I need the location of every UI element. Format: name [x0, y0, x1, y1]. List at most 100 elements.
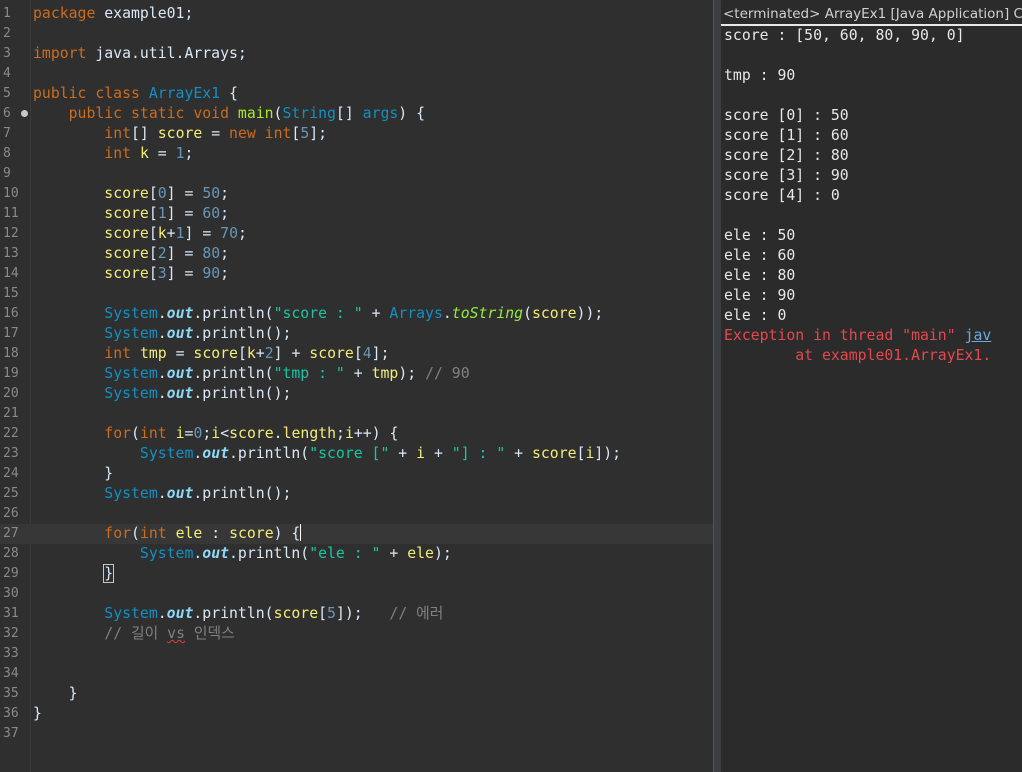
code-token: =	[202, 125, 230, 142]
code-line[interactable]: 13 score[2] = 80;	[0, 244, 713, 264]
console-line: ele : 0	[724, 306, 991, 326]
code-token: i	[175, 425, 185, 442]
code-token: System	[104, 325, 158, 342]
code-line[interactable]: 6 public static void main(String[] args)…	[0, 104, 713, 124]
line-number: 34	[3, 666, 19, 681]
code-area[interactable]: 1 package example01; 2 3 import java.util.Ar…	[0, 4, 713, 744]
code-line[interactable]: 28 System.out.println("ele : " + ele);	[0, 544, 713, 564]
line-number: 14	[3, 266, 19, 281]
code-text: }	[33, 564, 115, 584]
code-line[interactable]: 36}	[0, 704, 713, 724]
code-line[interactable]: 10 score[0] = 50;	[0, 184, 713, 204]
code-token: System	[104, 605, 158, 622]
code-token: .println();	[193, 385, 292, 402]
code-line[interactable]: 35 }	[0, 684, 713, 704]
code-line[interactable]: 32 // 길이 vs 인덱스	[0, 624, 713, 644]
code-line[interactable]: 21	[0, 404, 713, 424]
code-line[interactable]: 20 System.out.println();	[0, 384, 713, 404]
code-token: <	[220, 425, 230, 442]
code-token: (	[523, 305, 532, 322]
line-number: 22	[3, 426, 19, 441]
code-text: import java.util.Arrays;	[33, 44, 247, 64]
code-line[interactable]: 5 public class ArrayEx1 {	[0, 84, 713, 104]
console-text: score [3] : 90	[724, 167, 849, 184]
console-text: score [1] : 60	[724, 127, 849, 144]
code-line[interactable]: 33	[0, 644, 713, 664]
code-line[interactable]: 24 }	[0, 464, 713, 484]
line-number: 32	[3, 626, 19, 641]
code-token: +	[255, 345, 265, 362]
code-token: out	[202, 545, 230, 562]
code-token: .println();	[193, 485, 292, 502]
code-line[interactable]: 22 for(int i=0;i<score.length;i++) {	[0, 424, 713, 444]
code-token: System	[139, 445, 194, 462]
code-text: System.out.println(score[5]); // 에러	[33, 604, 443, 624]
code-line[interactable]: 34	[0, 664, 713, 684]
code-token: out	[166, 385, 194, 402]
code-token: 90	[202, 265, 221, 282]
code-token: ));	[576, 305, 604, 322]
code-line[interactable]: 29 }	[0, 564, 713, 584]
code-token: 4	[362, 345, 372, 362]
code-line[interactable]: 15	[0, 284, 713, 304]
code-line[interactable]: 11 score[1] = 60;	[0, 204, 713, 224]
code-line[interactable]: 25 System.out.println();	[0, 484, 713, 504]
code-line[interactable]: 27 for(int ele : score) {	[0, 524, 713, 544]
code-token: for	[104, 525, 132, 542]
code-token: +	[505, 445, 532, 462]
code-line[interactable]: 17 System.out.println();	[0, 324, 713, 344]
code-token: 1	[157, 205, 167, 222]
code-token: =	[148, 145, 176, 162]
code-token: ;	[220, 245, 230, 262]
code-line[interactable]: 19 System.out.println("tmp : " + tmp); /…	[0, 364, 713, 384]
code-token: ArrayEx1	[148, 85, 221, 102]
console-text: ele : 50	[724, 227, 796, 244]
line-number: 21	[3, 406, 19, 421]
code-line[interactable]: 26	[0, 504, 713, 524]
code-token: {	[220, 85, 238, 102]
code-line[interactable]: 8 int k = 1;	[0, 144, 713, 164]
code-line[interactable]: 37	[0, 724, 713, 744]
code-line[interactable]: 2	[0, 24, 713, 44]
code-token: +	[380, 545, 408, 562]
code-token: .println();	[193, 325, 292, 342]
code-token: // 에러	[389, 605, 444, 622]
code-token: out	[166, 365, 194, 382]
line-number: 35	[3, 686, 19, 701]
code-text: System.out.println();	[33, 384, 291, 404]
code-token: +	[425, 445, 452, 462]
code-token: int	[104, 125, 132, 142]
code-token: "tmp : "	[273, 365, 345, 382]
code-line[interactable]: 7 int[] score = new int[5];	[0, 124, 713, 144]
code-line[interactable]: 12 score[k+1] = 70;	[0, 224, 713, 244]
code-token: 60	[202, 205, 221, 222]
line-number: 29	[3, 566, 19, 581]
stacktrace-link[interactable]: jav	[965, 327, 992, 344]
fold-collapse-icon[interactable]	[21, 110, 28, 117]
code-line[interactable]: 16 System.out.println("score : " + Array…	[0, 304, 713, 324]
code-token: tmp	[371, 365, 399, 382]
code-line[interactable]: 1 package example01;	[0, 4, 713, 24]
code-line[interactable]: 3 import java.util.Arrays;	[0, 44, 713, 64]
code-line[interactable]: 9	[0, 164, 713, 184]
code-token: length	[282, 425, 337, 442]
code-line[interactable]: 31 System.out.println(score[5]); // 에러	[0, 604, 713, 624]
code-line[interactable]: 23 System.out.println("score [" + i + "]…	[0, 444, 713, 464]
code-text: package example01;	[33, 4, 193, 24]
code-token: i	[211, 425, 221, 442]
code-token: [	[148, 205, 158, 222]
console-text: at example01.ArrayEx1.	[724, 347, 992, 364]
code-token: Arrays	[389, 305, 443, 322]
code-line[interactable]: 30	[0, 584, 713, 604]
code-line[interactable]: 18 int tmp = score[k+2] + score[4];	[0, 344, 713, 364]
code-token: score	[531, 305, 577, 322]
code-line[interactable]: 4	[0, 64, 713, 84]
code-editor[interactable]: 1 package example01; 2 3 import java.util.Ar…	[0, 0, 713, 772]
code-line[interactable]: 14 score[3] = 90;	[0, 264, 713, 284]
code-token: .println(	[193, 365, 274, 382]
code-token: }	[33, 465, 114, 482]
